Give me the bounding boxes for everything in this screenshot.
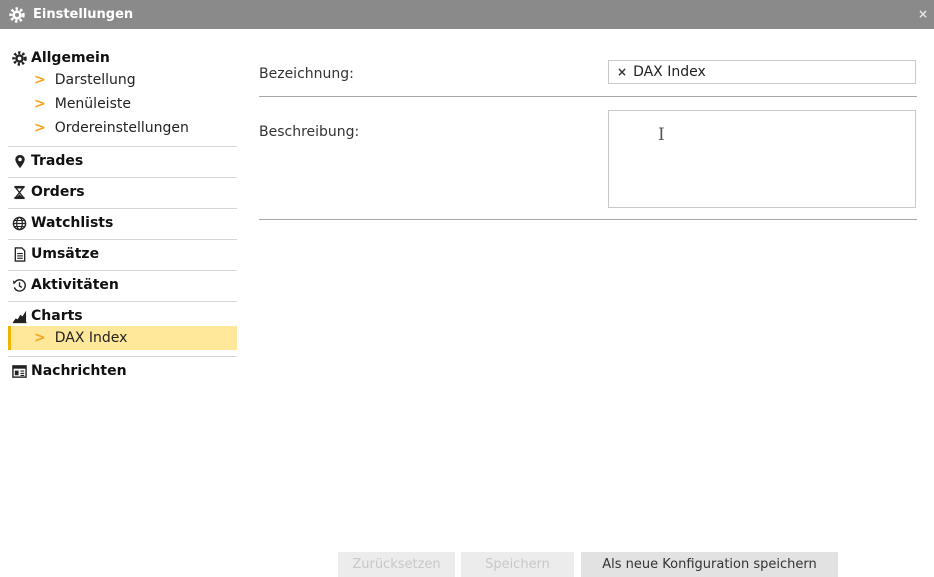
save-button[interactable]: Speichern — [461, 552, 574, 577]
sidebar-item-label: Umsätze — [31, 246, 100, 262]
section-orders: Orders — [8, 178, 237, 209]
sidebar-item-aktivitaeten[interactable]: Aktivitäten — [12, 275, 237, 295]
sidebar-subitem-label: Ordereinstellungen — [54, 120, 189, 136]
sidebar-subitem-label: Menüleiste — [54, 96, 131, 112]
history-icon — [12, 278, 27, 293]
sidebar-subitem-dax-index[interactable]: > DAX Index — [8, 326, 237, 350]
section-trades: Trades — [8, 147, 237, 178]
document-icon — [12, 246, 27, 262]
text-cursor-icon: I — [658, 125, 665, 145]
section-allgemein: Allgemein > Darstellung > Menüleiste > O… — [8, 44, 237, 147]
sidebar-item-label: Watchlists — [31, 215, 114, 231]
sidebar-item-label: Aktivitäten — [31, 277, 119, 293]
settings-form: Bezeichnung: × DAX Index Beschreibung: I — [259, 44, 917, 220]
settings-sidebar: Allgemein > Darstellung > Menüleiste > O… — [8, 44, 237, 387]
globe-icon — [12, 216, 27, 231]
description-row: Beschreibung: I — [259, 97, 917, 220]
title-bar: Einstellungen × — [0, 0, 934, 29]
sidebar-item-label: Nachrichten — [31, 363, 127, 379]
reset-button[interactable]: Zurücksetzen — [338, 552, 455, 577]
area-chart-icon — [12, 309, 27, 324]
gear-icon — [12, 50, 27, 66]
section-aktivitaeten: Aktivitäten — [8, 271, 237, 302]
section-nachrichten: Nachrichten — [8, 357, 237, 387]
sidebar-item-label: Charts — [31, 308, 83, 324]
gear-icon — [9, 6, 25, 23]
sidebar-subitem-label: Darstellung — [54, 72, 136, 88]
section-watchlists: Watchlists — [8, 209, 237, 240]
sidebar-item-orders[interactable]: Orders — [12, 182, 237, 202]
sidebar-item-charts[interactable]: Charts — [12, 306, 237, 326]
chevron-right-icon: > — [34, 120, 46, 136]
description-field[interactable]: I — [608, 110, 916, 208]
chevron-right-icon: > — [34, 72, 46, 88]
close-icon[interactable]: × — [918, 7, 928, 21]
section-umsaetze: Umsätze — [8, 240, 237, 271]
sidebar-item-label: Allgemein — [31, 50, 110, 66]
sidebar-item-watchlists[interactable]: Watchlists — [12, 213, 237, 233]
sidebar-item-umsaetze[interactable]: Umsätze — [12, 244, 237, 264]
name-label: Bezeichnung: — [259, 66, 354, 82]
newspaper-icon — [12, 364, 27, 379]
chevron-right-icon: > — [34, 96, 46, 112]
sidebar-item-nachrichten[interactable]: Nachrichten — [12, 361, 237, 381]
name-row: Bezeichnung: × DAX Index — [259, 44, 917, 97]
sidebar-subitem-label: DAX Index — [54, 330, 128, 346]
sidebar-item-trades[interactable]: Trades — [12, 151, 237, 171]
sidebar-subitem-darstellung[interactable]: > Darstellung — [12, 68, 237, 92]
sidebar-item-allgemein[interactable]: Allgemein — [12, 48, 237, 68]
chevron-right-icon: > — [34, 330, 46, 346]
map-pin-icon — [12, 154, 27, 169]
clear-icon[interactable]: × — [617, 65, 627, 79]
hourglass-icon — [12, 185, 27, 200]
name-field[interactable]: × DAX Index — [608, 60, 916, 84]
save-as-new-button[interactable]: Als neue Konfiguration speichern — [581, 552, 838, 577]
sidebar-item-label: Orders — [31, 184, 85, 200]
name-value: DAX Index — [633, 64, 706, 80]
description-label: Beschreibung: — [259, 124, 360, 140]
window-title: Einstellungen — [33, 7, 134, 22]
sidebar-subitem-menueleiste[interactable]: > Menüleiste — [12, 92, 237, 116]
sidebar-subitem-ordereinstellungen[interactable]: > Ordereinstellungen — [12, 116, 237, 140]
sidebar-item-label: Trades — [31, 153, 84, 169]
section-charts: Charts > DAX Index — [8, 302, 237, 357]
